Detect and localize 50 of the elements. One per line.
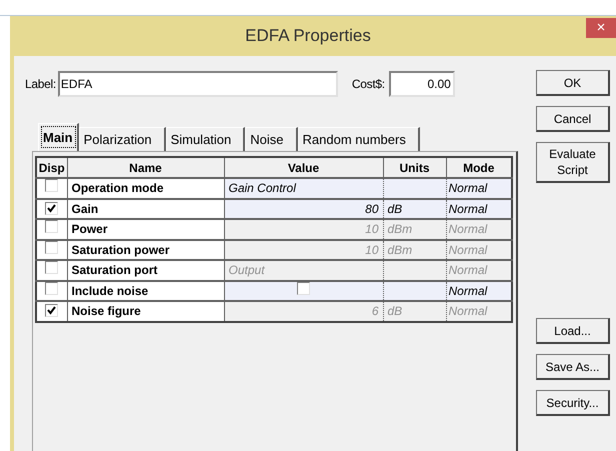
table-cell: 10	[224, 219, 383, 240]
table-cell: Power	[67, 219, 224, 240]
table-cell: 6	[224, 301, 383, 322]
table-cell: Gain Control	[224, 178, 383, 198]
table-cell: Normal	[446, 198, 512, 219]
table-cell: dBm	[383, 219, 446, 240]
dialog-button[interactable]: Security...	[536, 390, 610, 416]
table-cell: Normal	[446, 240, 512, 260]
table-cell: dB	[383, 301, 446, 322]
column-header: Name	[67, 157, 224, 178]
table-cell: Gain	[67, 198, 224, 219]
table-cell: Normal	[446, 280, 512, 301]
table-cell: Normal	[446, 301, 512, 322]
table-cell: dB	[383, 198, 446, 219]
dialog-button[interactable]: Load...	[536, 318, 610, 344]
checkbox[interactable]	[45, 179, 58, 192]
table-cell: Output	[224, 260, 383, 280]
table-cell: dBm	[383, 240, 446, 260]
dialog-button[interactable]: OK	[536, 70, 610, 96]
table-cell: Normal	[446, 178, 512, 198]
table-cell: Saturation port	[67, 260, 224, 280]
column-header: Disp	[36, 157, 67, 178]
tab[interactable]: Polarization	[78, 127, 166, 151]
table-cell: Normal	[446, 219, 512, 240]
table-cell: Normal	[446, 260, 512, 280]
table-cell: 10	[224, 240, 383, 260]
dialog-button[interactable]: Evaluate Script	[536, 142, 610, 183]
cost-input[interactable]: 0.00	[388, 71, 455, 97]
cost-caption: Cost$:	[352, 76, 385, 93]
checkbox[interactable]	[45, 282, 58, 295]
tab[interactable]: Simulation	[166, 127, 246, 151]
column-header: Units	[383, 157, 446, 178]
window-title: EDFA Properties	[245, 25, 372, 48]
label-input[interactable]: EDFA	[58, 71, 338, 97]
table-cell: Saturation power	[67, 240, 224, 260]
table-cell: Include noise	[67, 280, 224, 301]
dialog-button[interactable]: Save As...	[536, 354, 610, 380]
tab[interactable]: Random numbers	[298, 127, 420, 151]
label-caption: Label:	[25, 76, 56, 93]
checkbox[interactable]	[297, 282, 310, 295]
tab[interactable]: Main	[38, 123, 79, 151]
table-cell: 80	[224, 198, 383, 219]
table-cell: Noise figure	[67, 301, 224, 322]
column-header: Mode	[446, 157, 512, 178]
close-button[interactable]: ×	[586, 18, 616, 38]
tab[interactable]: Noise	[245, 127, 298, 151]
table-cell: Operation mode	[67, 178, 224, 198]
column-header: Value	[224, 157, 383, 178]
checkbox[interactable]	[45, 202, 58, 215]
dialog-button[interactable]: Cancel	[536, 106, 610, 132]
